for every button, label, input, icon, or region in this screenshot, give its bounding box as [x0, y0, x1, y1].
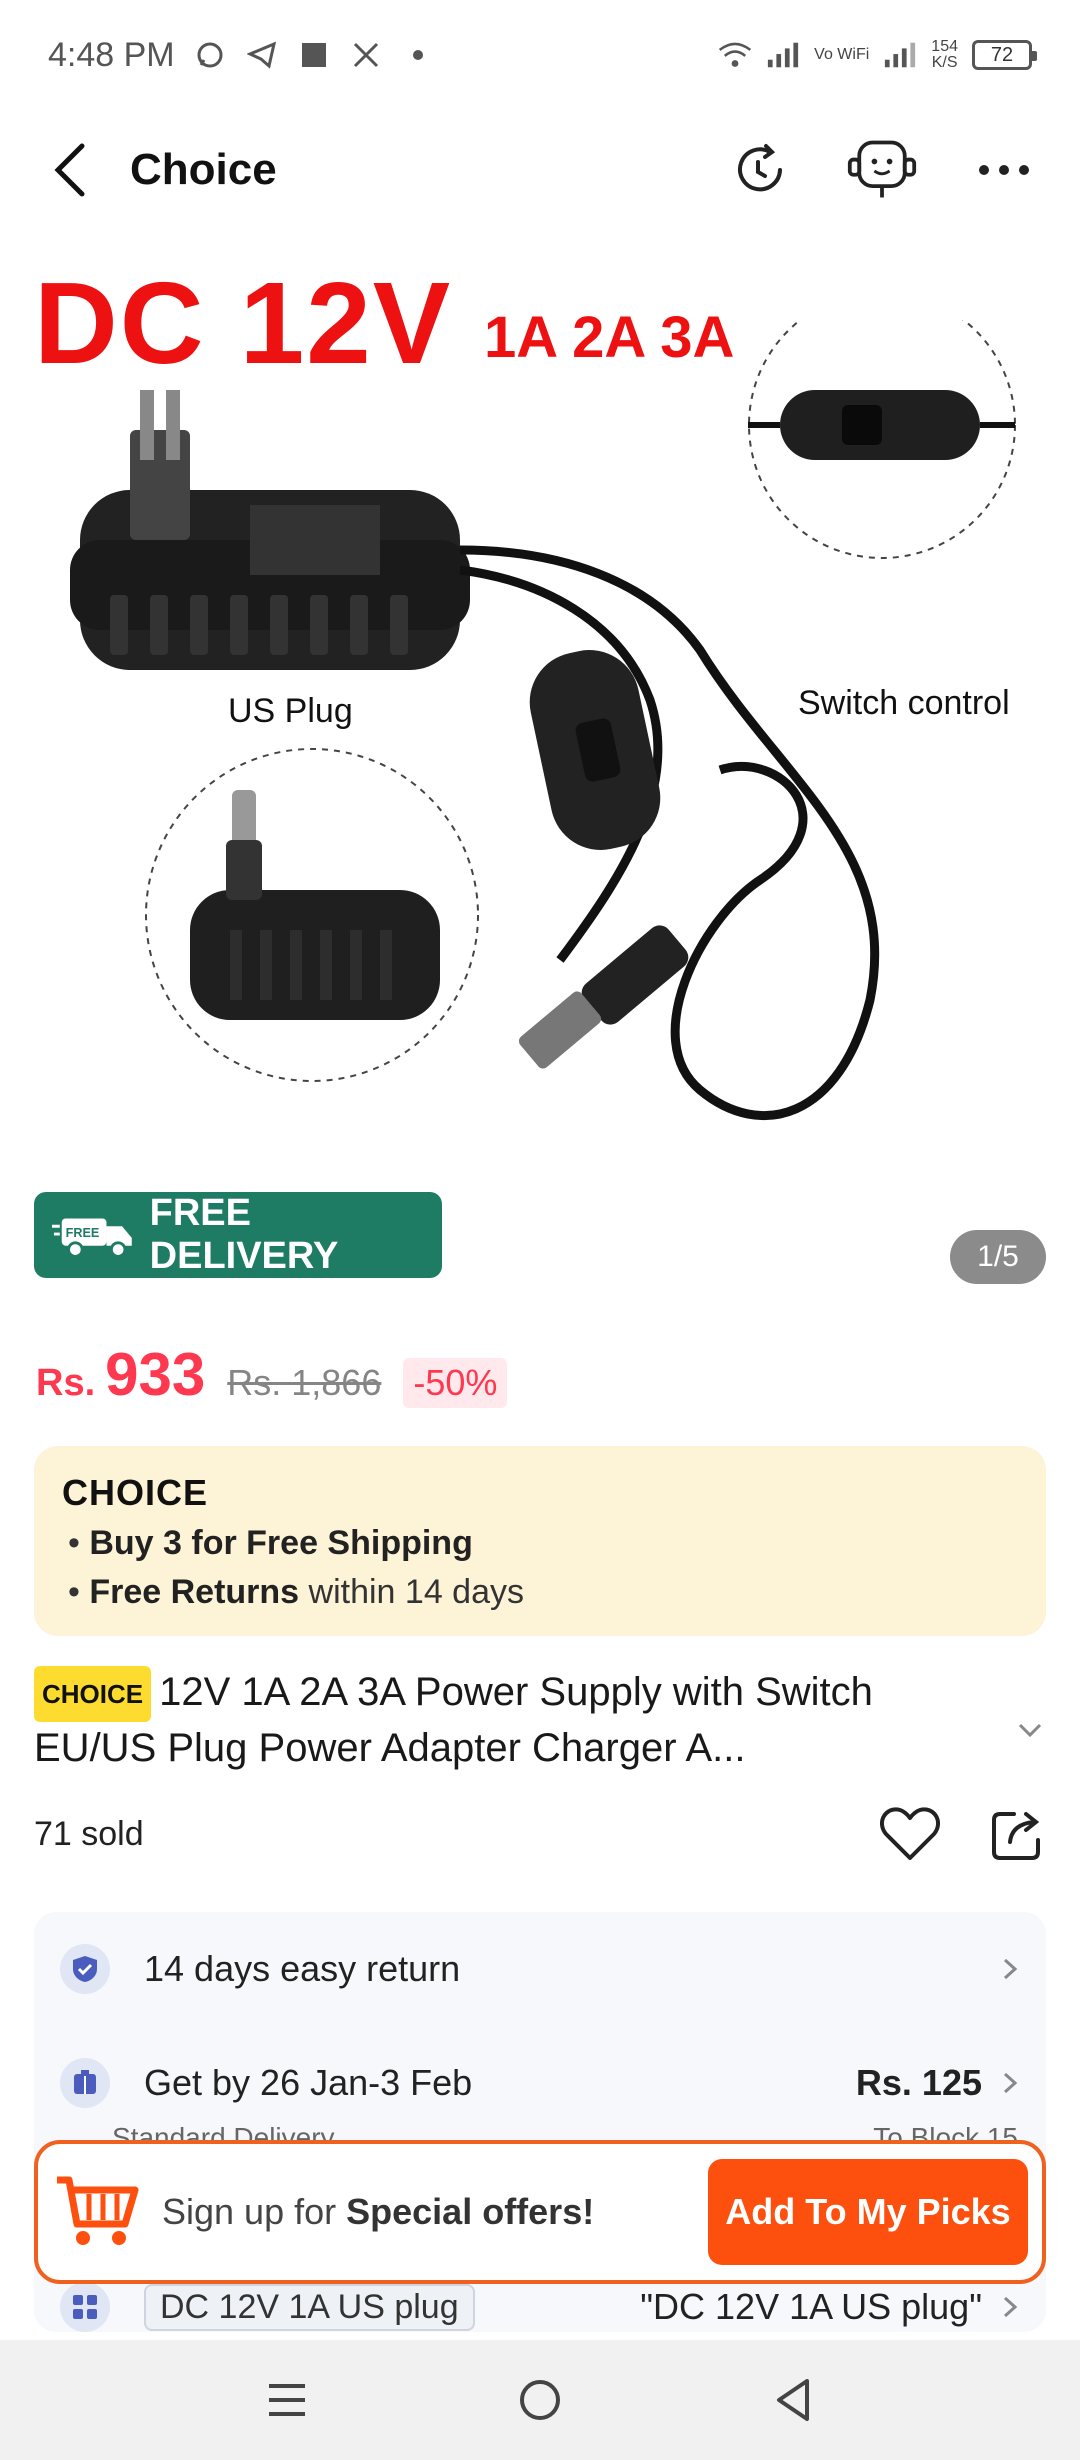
status-bar: 4:48 PM Vo WiFi 154 K/S 72 [0, 0, 1080, 110]
delivery-price: Rs. 125 [855, 2062, 982, 2103]
refresh-clock-icon [738, 144, 782, 192]
share-icon[interactable] [990, 1806, 1046, 1862]
return-policy-label: 14 days easy return [144, 1948, 461, 1989]
benefit-free-shipping-text: Buy 3 for Free Shipping [89, 1524, 473, 1562]
benefit-free-shipping: • Buy 3 for Free Shipping [68, 1524, 473, 1562]
signup-prefix: Sign up for [162, 2191, 347, 2232]
telegram-icon [245, 38, 279, 72]
chevron-left-icon [54, 143, 85, 197]
return-policy-row[interactable]: 14 days easy return [34, 1924, 1046, 2014]
signup-text: Sign up for Special offers! [162, 2191, 594, 2233]
choice-logo: CHOICE [62, 1472, 209, 1513]
current-price: 933 [105, 1341, 206, 1408]
app-square-icon [297, 38, 331, 72]
chevron-right-icon [1003, 2072, 1018, 2094]
dot-icon [401, 38, 435, 72]
variant-grid-icon [60, 2282, 110, 2332]
product-title[interactable]: CHOICE 12V 1A 2A 3A Power Supply with Swi… [34, 1666, 994, 1774]
caption-us-plug: US Plug [228, 692, 353, 730]
delivery-date-label: Get by 26 Jan-3 Feb [144, 2062, 473, 2103]
image-counter: 1/5 [950, 1230, 1046, 1284]
system-back-button[interactable] [753, 2360, 833, 2440]
x-icon [349, 38, 383, 72]
free-delivery-label: FREE DELIVERY [149, 1192, 339, 1277]
signal-icon-2 [883, 38, 917, 72]
net-speed-value: 154 [931, 38, 958, 55]
caption-switch-control: Switch control [798, 684, 1010, 722]
choice-benefits-banner[interactable]: CHOICE • Buy 3 for Free Shipping • Free … [34, 1446, 1046, 1636]
sold-count: 71 sold [34, 1814, 144, 1853]
adapter-illustration [70, 320, 1016, 1120]
back-button[interactable] [40, 140, 100, 200]
benefit-free-returns-bold: Free Returns [89, 1573, 300, 1611]
sold-row: 71 sold [34, 1804, 1046, 1864]
selected-variant: "DC 12V 1A US plug" [640, 2286, 982, 2327]
return-chevron [1000, 1954, 1020, 1984]
system-nav-bar [0, 2340, 1080, 2460]
home-button[interactable] [500, 2360, 580, 2440]
history-button[interactable] [724, 134, 796, 206]
vo-wifi-label: Vo WiFi [814, 46, 870, 63]
battery-icon: 72 [972, 40, 1037, 70]
more-options-button[interactable] [968, 134, 1040, 206]
wifi-icon [718, 38, 752, 72]
whatsapp-icon [193, 38, 227, 72]
wishlist-heart-icon[interactable] [880, 1806, 940, 1862]
battery-level: 72 [990, 43, 1014, 66]
variant-chip[interactable]: DC 12V 1A US plug [144, 2283, 475, 2331]
delivery-row[interactable]: Get by 26 Jan-3 Feb Rs. 125 [34, 2038, 1046, 2128]
recent-apps-button[interactable] [247, 2360, 327, 2440]
free-badge-text: FREE [66, 1226, 100, 1240]
choice-tag: CHOICE [34, 1666, 152, 1723]
price-currency: Rs. [36, 1362, 96, 1404]
shield-check-icon [60, 1944, 110, 1994]
add-to-my-picks-button[interactable]: Add To My Picks [708, 2159, 1028, 2265]
benefit-free-returns: • Free Returns within 14 days [68, 1573, 524, 1611]
delivery-truck-icon: FREE [52, 1218, 132, 1258]
support-bot-icon [847, 140, 917, 198]
discount-badge: -50% [403, 1358, 508, 1408]
customer-service-button[interactable] [846, 134, 918, 206]
home-circle-icon [519, 2380, 560, 2420]
signal-icon [766, 38, 800, 72]
net-speed: 154 K/S [931, 39, 958, 71]
page-title: Choice [130, 145, 277, 194]
chevron-right-icon [1003, 2296, 1018, 2318]
original-price: Rs. 1,866 [227, 1362, 382, 1403]
package-icon [60, 2058, 110, 2108]
product-image-carousel[interactable]: DC 12V 1A 2A 3A US Plug Switch control F… [0, 240, 1080, 1320]
free-delivery-badge: FREE FREE DELIVERY [34, 1192, 442, 1278]
chevron-right-icon [1003, 1958, 1018, 1980]
price-row: Rs. 933 Rs. 1,866 -50% [36, 1340, 508, 1409]
net-speed-unit: K/S [931, 54, 958, 71]
product-title-text: 12V 1A 2A 3A Power Supply with Switch EU… [34, 1670, 873, 1771]
chevron-down-icon[interactable] [1010, 1710, 1050, 1750]
triangle-back-icon [777, 2379, 810, 2421]
menu-lines-icon [268, 2384, 305, 2416]
signup-offer-bar: Sign up for Special offers! Add To My Pi… [34, 2140, 1046, 2284]
shopping-cart-icon [52, 2167, 142, 2257]
top-nav: Choice [0, 120, 1080, 220]
more-dots-icon [979, 165, 1029, 175]
status-time: 4:48 PM [48, 35, 175, 74]
signup-bold: Special offers! [346, 2191, 595, 2232]
benefit-free-returns-rest: within 14 days [299, 1573, 524, 1611]
